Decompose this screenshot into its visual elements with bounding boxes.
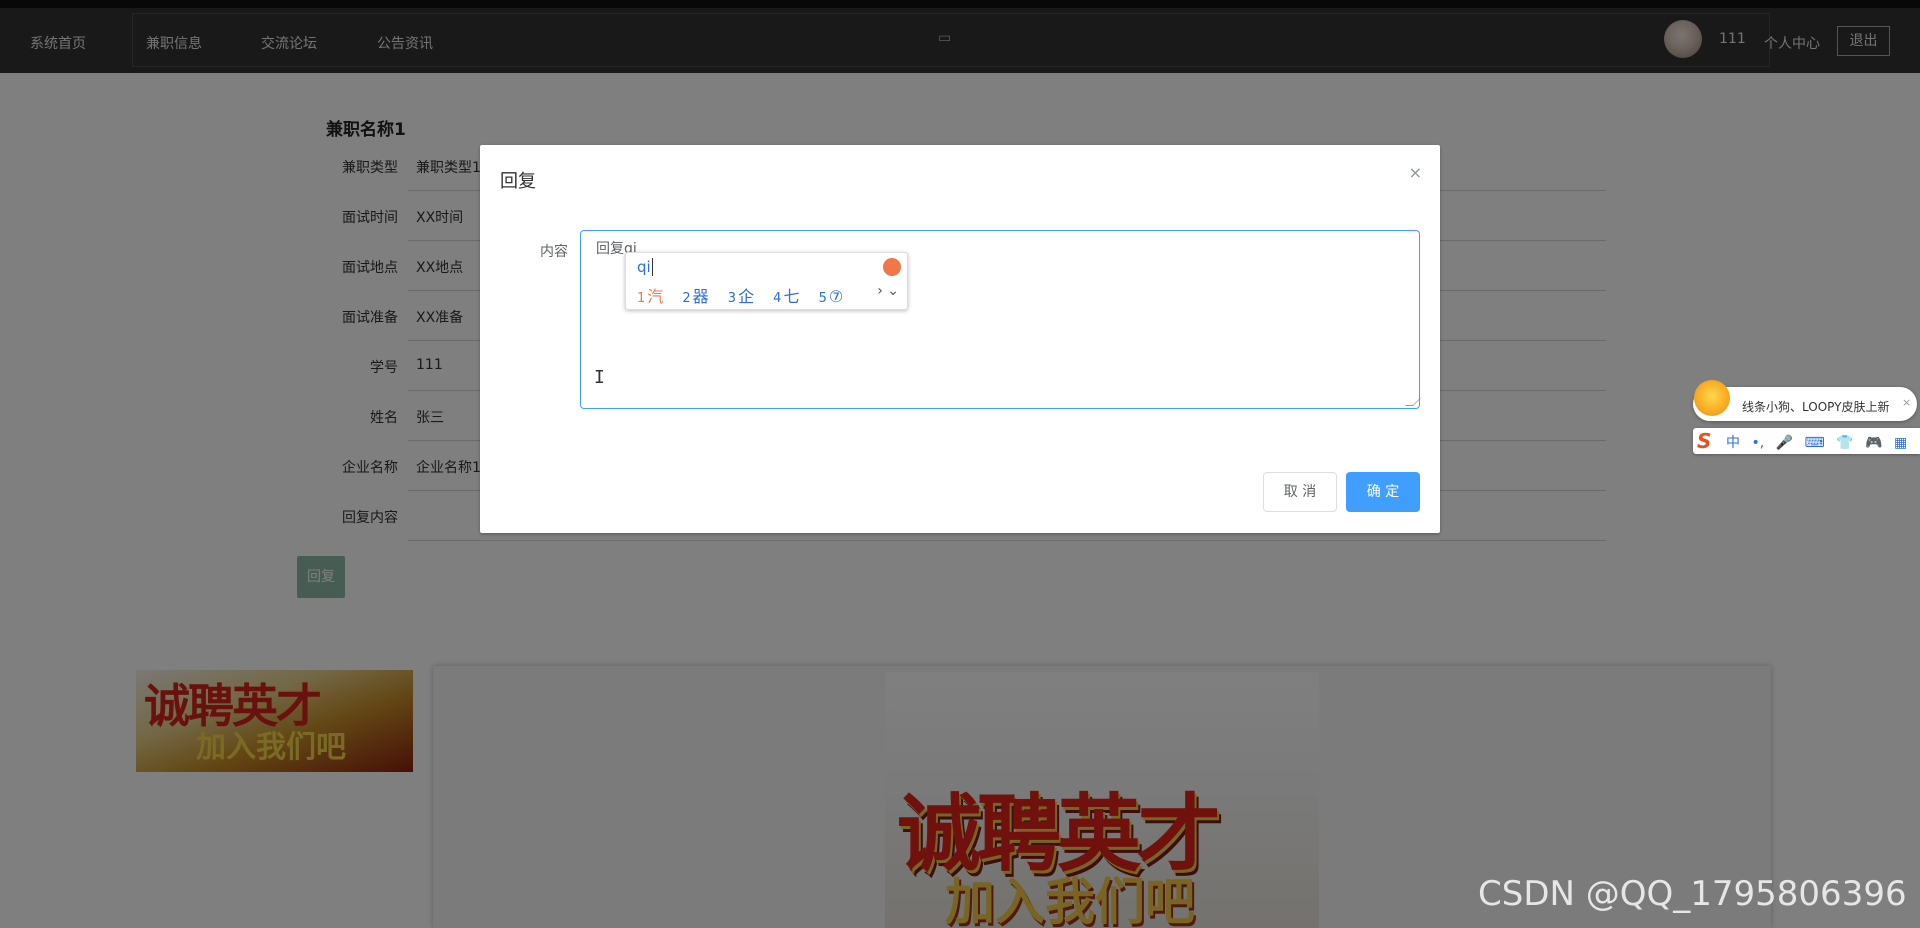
sun-mascot-icon [1694, 380, 1730, 416]
close-icon[interactable]: × [1902, 396, 1911, 409]
ime-logo-icon[interactable] [883, 258, 901, 276]
ime-candidate[interactable]: 2器 [682, 287, 708, 306]
keyboard-icon[interactable]: ⌨ [1805, 435, 1825, 451]
game-icon[interactable]: 🎮 [1865, 435, 1882, 451]
ime-candidate[interactable]: 3企 [728, 287, 754, 306]
cancel-button[interactable]: 取 消 [1263, 472, 1337, 512]
ime-page-nav-icon[interactable]: › ⌄ [877, 283, 899, 299]
ime-candidate[interactable]: 4七 [773, 287, 799, 306]
content-label: 内容 [540, 244, 568, 260]
sogou-logo-icon[interactable]: S [1697, 429, 1711, 453]
ime-candidate[interactable]: 1汽 [637, 287, 663, 306]
confirm-button[interactable]: 确 定 [1346, 472, 1420, 512]
ime-tip-text: 线条小狗、LOOPY皮肤上新 [1742, 400, 1890, 414]
ime-candidate[interactable]: 5⑦ [819, 287, 844, 306]
dialog-title: 回复 [500, 171, 536, 192]
ime-candidate-list: 1汽 2器 3企 4七 5⑦ [637, 283, 857, 307]
lang-toggle[interactable]: 中 [1726, 435, 1740, 451]
text-cursor-icon: I [594, 367, 605, 388]
watermark: CSDN @QQ_1795806396 [1478, 874, 1907, 914]
punctuation-icon[interactable]: •, [1751, 435, 1764, 451]
ime-candidate-window: qi 1汽 2器 3企 4七 5⑦ › ⌄ [625, 252, 908, 310]
microphone-icon[interactable]: 🎤 [1776, 435, 1793, 451]
skin-icon[interactable]: 👕 [1836, 435, 1853, 451]
ime-toolbar-icons: 中 •, 🎤 ⌨ 👕 🎮 ▦ ⚙ [1726, 432, 1920, 452]
resize-handle-icon[interactable] [1405, 398, 1421, 406]
reply-dialog: 回复 × 内容 回复qi I 取 消 确 定 [480, 145, 1440, 533]
grid-icon[interactable]: ▦ [1894, 435, 1907, 451]
ime-composition: qi [637, 258, 653, 276]
close-icon[interactable]: × [1409, 163, 1422, 182]
